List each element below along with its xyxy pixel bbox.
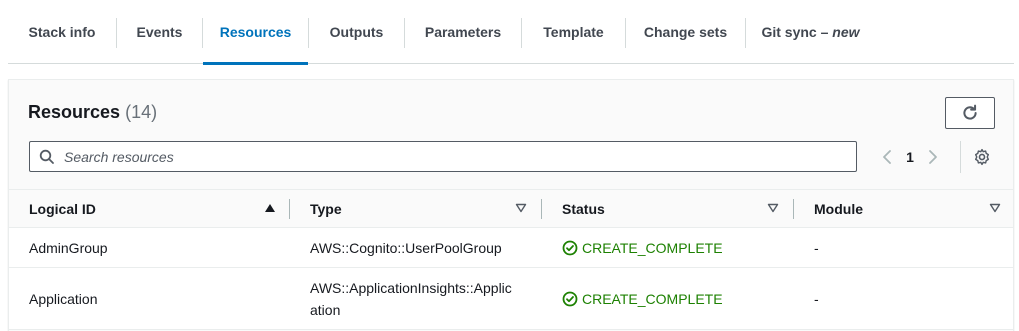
settings-gear-icon [974, 148, 990, 166]
column-label: Logical ID [29, 201, 96, 217]
type-text-line: AWS::ApplicationInsights::Applic [310, 279, 512, 296]
column-label: Type [310, 201, 342, 217]
pager-divider [960, 141, 961, 173]
column-divider[interactable] [541, 199, 542, 219]
pagination: 1 [877, 144, 943, 170]
chevron-left-icon [883, 150, 891, 164]
tab-change-sets[interactable]: Change sets [626, 0, 745, 63]
tab-events[interactable]: Events [117, 0, 202, 63]
new-badge: new [832, 23, 860, 40]
resources-panel: Resources (14) 1 [8, 79, 1014, 331]
tab-parameters[interactable]: Parameters [405, 0, 521, 63]
module-cell: - [814, 290, 819, 307]
logical-id-cell: Application [29, 290, 98, 307]
status-cell: CREATE_COMPLETE [562, 228, 723, 267]
panel-title: Resources (14) [28, 102, 157, 123]
tab-label: Stack info [28, 23, 96, 40]
status-cell: CREATE_COMPLETE [562, 268, 723, 329]
column-divider[interactable] [289, 199, 290, 219]
search-input[interactable] [64, 148, 844, 165]
refresh-button[interactable] [945, 97, 995, 129]
status-text: CREATE_COMPLETE [582, 239, 723, 256]
type-cell: AWS::ApplicationInsights::Applic ation [310, 268, 525, 329]
column-label: Module [814, 201, 863, 217]
tab-template[interactable]: Template [522, 0, 625, 63]
tab-label: Template [543, 23, 604, 40]
tab-label: Events [136, 23, 183, 40]
table-header: Logical ID Type Status Module [9, 189, 1013, 228]
tab-label: Git sync – [761, 23, 829, 40]
tab-label: Outputs [329, 23, 384, 40]
sort-icon [515, 203, 527, 213]
module-cell: - [814, 239, 819, 256]
tab-label: Resources [219, 23, 292, 40]
tab-bar: Stack info Events Resources Outputs Para… [8, 0, 1014, 65]
preferences-button[interactable] [971, 146, 993, 168]
search-icon [30, 141, 64, 172]
status-success-icon [562, 240, 578, 255]
table-row: Application AWS::ApplicationInsights::Ap… [9, 268, 1013, 330]
status-success-icon [562, 291, 578, 306]
tab-label: Parameters [424, 23, 502, 40]
tab-stack-info[interactable]: Stack info [8, 0, 116, 63]
column-divider[interactable] [793, 199, 794, 219]
column-header-status[interactable]: Status [562, 190, 787, 228]
tab-label: Change sets [643, 23, 728, 40]
next-page-button[interactable] [923, 144, 943, 170]
sort-ascending-icon [265, 204, 275, 212]
search-field[interactable] [29, 141, 857, 172]
column-label: Status [562, 201, 605, 217]
resource-count: (14) [125, 102, 158, 122]
sort-icon [767, 203, 779, 213]
table-row: AdminGroup AWS::Cognito::UserPoolGroup C… [9, 228, 1013, 268]
sort-icon [989, 203, 1001, 213]
column-header-module[interactable]: Module [814, 190, 1009, 228]
refresh-icon [963, 104, 977, 120]
type-cell: AWS::Cognito::UserPoolGroup [310, 239, 502, 256]
tab-outputs[interactable]: Outputs [309, 0, 404, 63]
type-text-line: ation [310, 301, 341, 318]
tab-resources[interactable]: Resources [203, 0, 308, 65]
panel-title-text: Resources [28, 102, 121, 122]
previous-page-button[interactable] [877, 144, 897, 170]
current-page-number[interactable]: 1 [897, 149, 923, 165]
status-text: CREATE_COMPLETE [582, 290, 723, 307]
logical-id-cell: AdminGroup [29, 239, 108, 256]
column-header-logical-id[interactable]: Logical ID [29, 190, 299, 228]
chevron-right-icon [929, 150, 937, 164]
column-header-type[interactable]: Type [310, 190, 535, 228]
tab-git-sync[interactable]: Git sync – new [746, 0, 875, 63]
